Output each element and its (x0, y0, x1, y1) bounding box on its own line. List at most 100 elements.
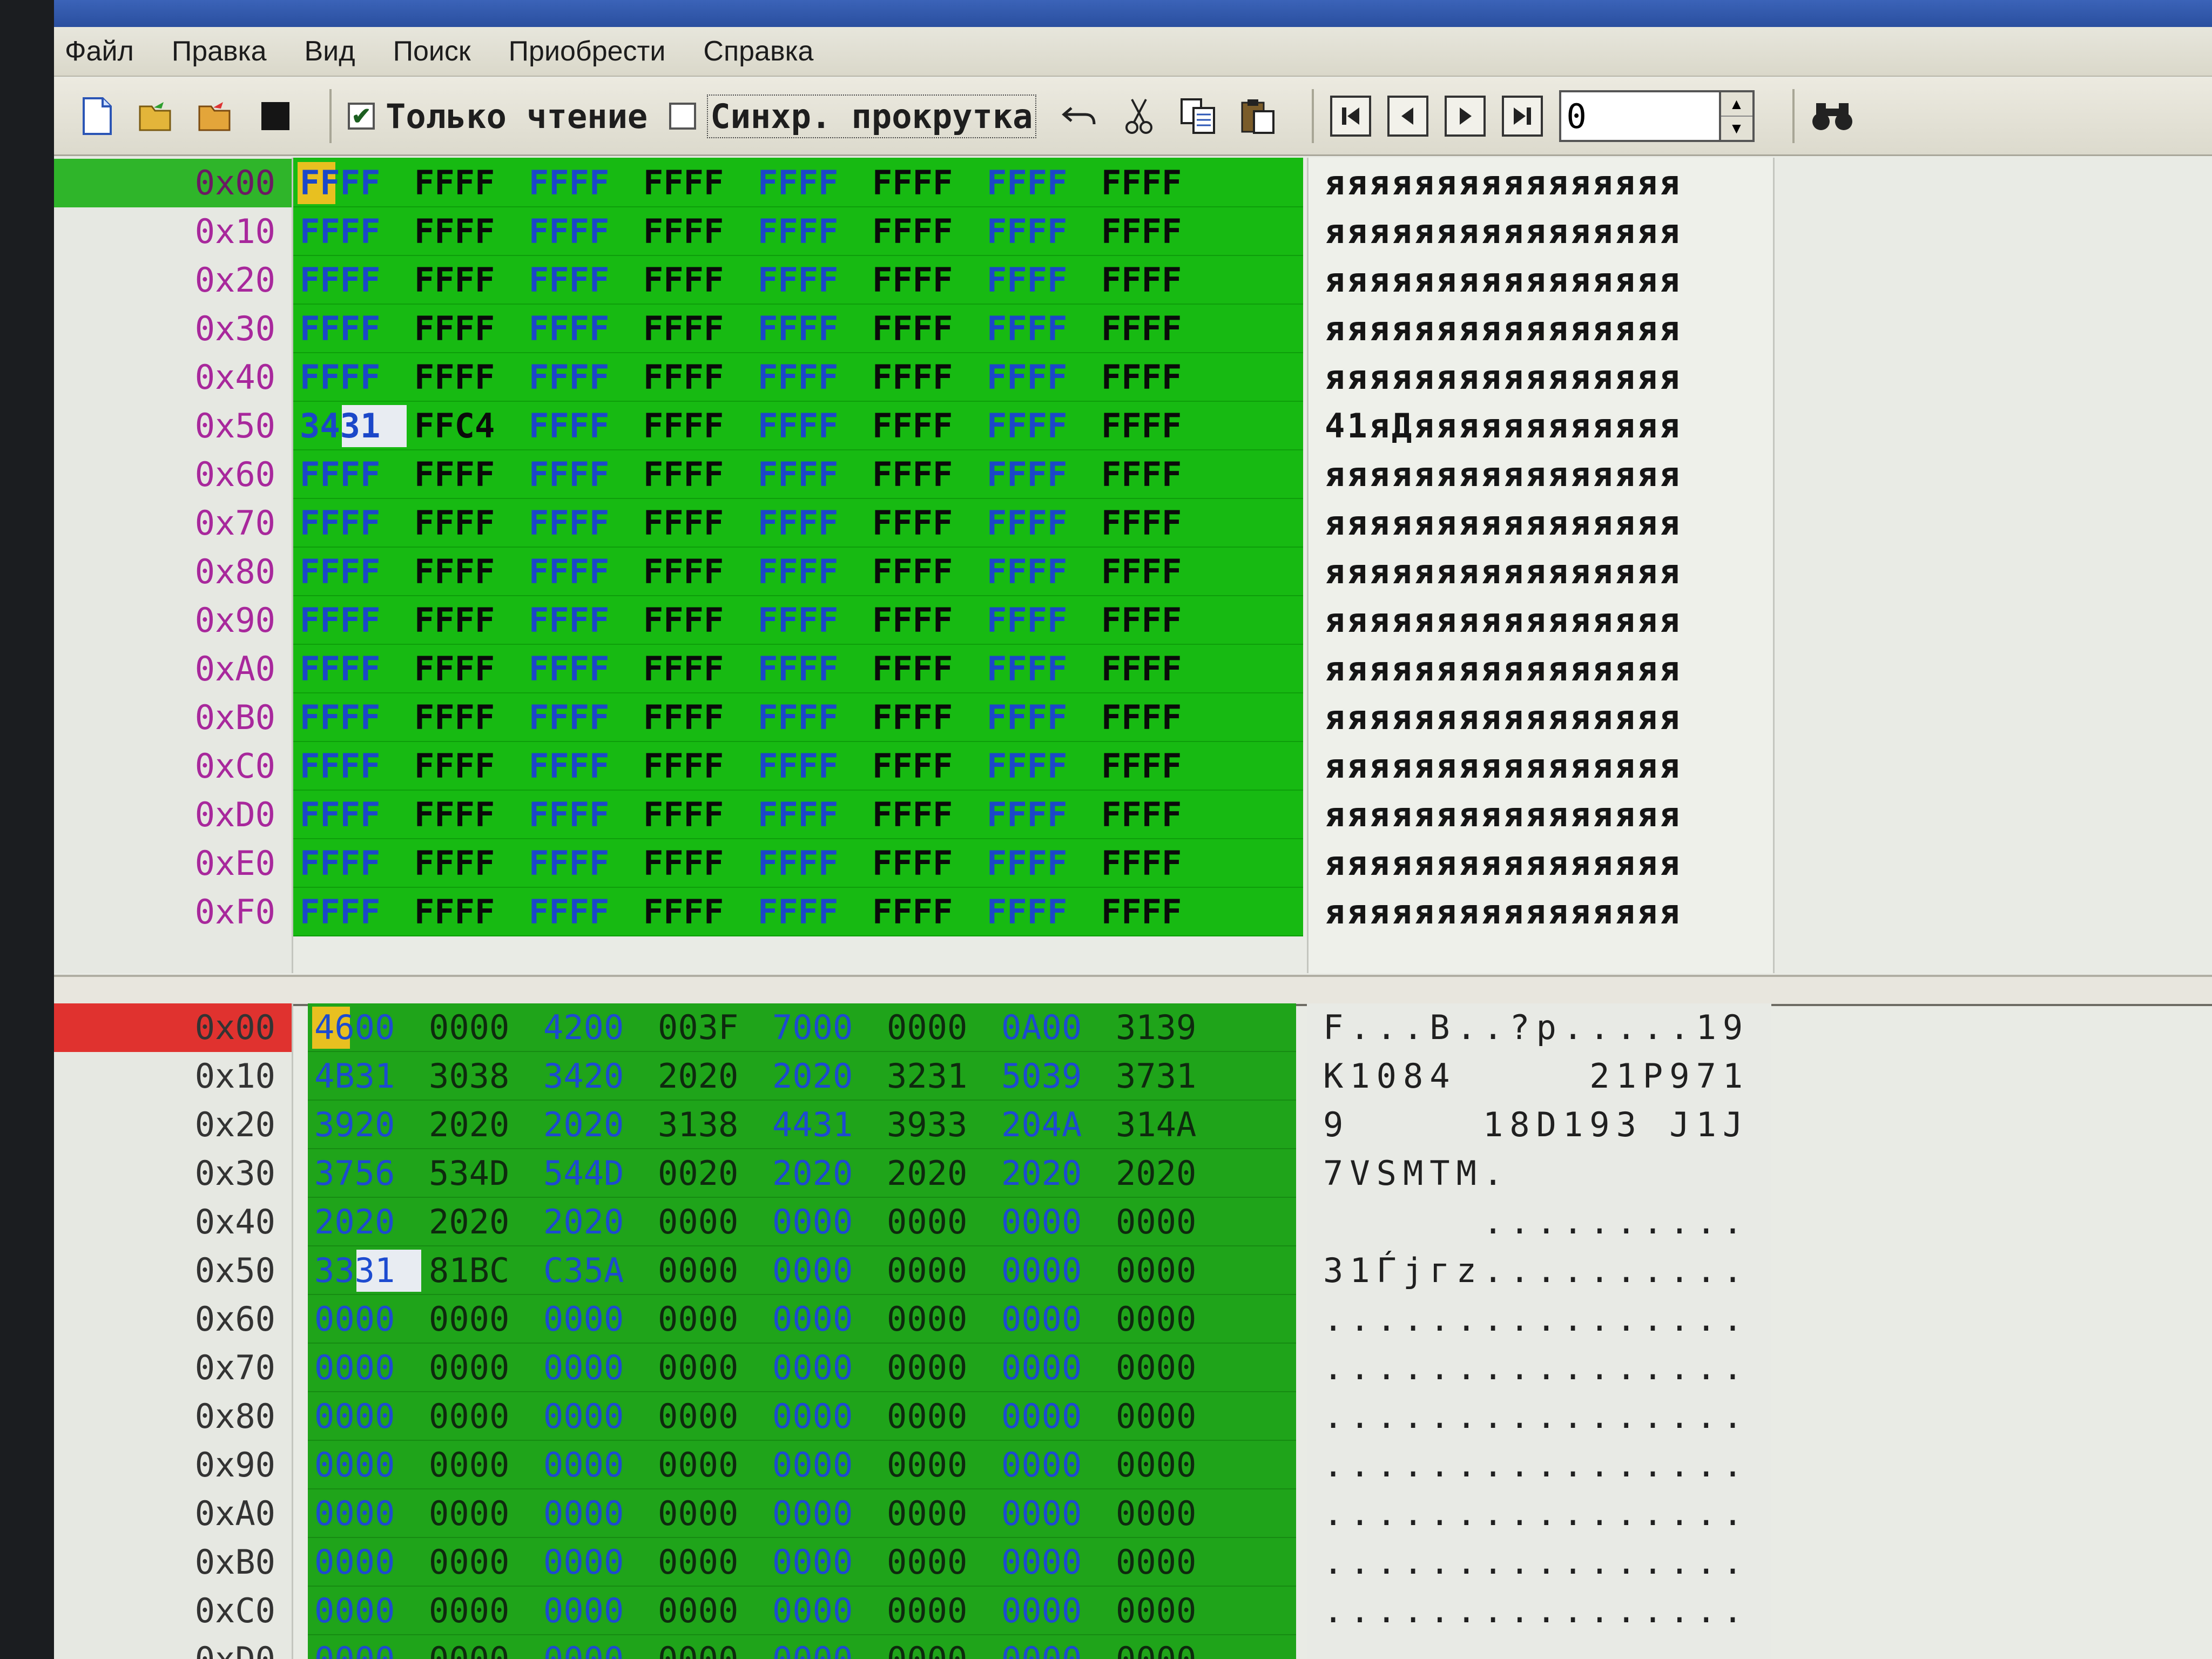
text-cells[interactable]: яяяяяяяяяяяяяяяя (1325, 596, 1682, 645)
hex-word[interactable]: 0000 (995, 1441, 1103, 1489)
hex-word[interactable]: FFFF (866, 256, 974, 305)
hex-word[interactable]: 0000 (651, 1587, 759, 1635)
hex-word[interactable]: 0000 (995, 1635, 1103, 1659)
hex-word[interactable]: FFFF (751, 159, 859, 207)
last-page-button[interactable] (1501, 96, 1543, 137)
offset-label[interactable]: 0xF0 (195, 888, 275, 936)
offset-label[interactable]: 0x60 (195, 1295, 275, 1344)
hex-word[interactable]: FFFF (1095, 548, 1203, 596)
hex-word[interactable]: FFFF (751, 256, 859, 305)
hex-word[interactable]: 3920 (308, 1101, 416, 1149)
hex-word[interactable]: 2020 (422, 1101, 530, 1149)
hex-word[interactable]: 0000 (537, 1441, 645, 1489)
hex-word[interactable]: C35A (537, 1246, 645, 1295)
hex-word[interactable]: 0000 (880, 1392, 988, 1441)
hex-word[interactable]: 0000 (880, 1344, 988, 1392)
hex-word[interactable]: 0000 (422, 1441, 530, 1489)
hex-word[interactable]: 0000 (537, 1392, 645, 1441)
offset-label[interactable]: 0xC0 (195, 1587, 275, 1635)
hex-word[interactable]: FFFF (637, 450, 745, 499)
text-cells[interactable]: ................ (1323, 1344, 1749, 1392)
offset-label[interactable]: 0x80 (195, 548, 275, 596)
hex-word[interactable]: FFFF (751, 791, 859, 839)
hex-word[interactable]: 0000 (766, 1198, 874, 1246)
hex-word[interactable]: FFC4 (408, 402, 516, 450)
hex-word[interactable]: 0000 (766, 1538, 874, 1587)
text-cells[interactable]: ................ (1323, 1538, 1749, 1587)
hex-word[interactable]: FFFF (866, 450, 974, 499)
hex-word[interactable]: FFFF (866, 839, 974, 888)
hex-word[interactable]: 0000 (308, 1587, 416, 1635)
hex-word[interactable]: FFFF (1095, 645, 1203, 693)
hex-word[interactable]: 0000 (995, 1392, 1103, 1441)
hex-word[interactable]: 3231 (880, 1052, 988, 1101)
hex-word[interactable]: 3731 (1109, 1052, 1217, 1101)
hex-word[interactable]: 0000 (308, 1489, 416, 1538)
text-cells[interactable]: яяяяяяяяяяяяяяяя (1325, 645, 1682, 693)
text-cells[interactable]: ................ (1323, 1441, 1749, 1489)
hex-word[interactable]: FFFF (293, 159, 401, 207)
hex-word[interactable]: FFFF (866, 742, 974, 791)
hex-word[interactable]: FFFF (866, 645, 974, 693)
hex-word[interactable]: FFFF (522, 402, 630, 450)
hex-word[interactable]: FFFF (637, 207, 745, 256)
offset-label[interactable]: 0xB0 (195, 693, 275, 742)
hex-word[interactable]: FFFF (408, 596, 516, 645)
offset-label[interactable]: 0x50 (195, 1246, 275, 1295)
copy-button[interactable] (1177, 95, 1220, 138)
hex-word[interactable]: 0000 (537, 1344, 645, 1392)
hex-word[interactable]: FFFF (866, 548, 974, 596)
hex-word[interactable]: FFFF (637, 353, 745, 402)
hex-word[interactable]: 0000 (1109, 1295, 1217, 1344)
hex-word[interactable]: 0000 (422, 1295, 530, 1344)
hex-word[interactable]: FFFF (980, 450, 1088, 499)
hex-word[interactable]: 3138 (651, 1101, 759, 1149)
offset-label[interactable]: 0x70 (195, 499, 275, 548)
text-cells[interactable]: яяяяяяяяяяяяяяяя (1325, 548, 1682, 596)
hex-word[interactable]: FFFF (866, 499, 974, 548)
hex-word[interactable]: 0000 (537, 1587, 645, 1635)
hex-word[interactable]: 0000 (995, 1295, 1103, 1344)
hex-word[interactable]: 2020 (422, 1198, 530, 1246)
text-cells[interactable]: F...B..?p.....19 (1323, 1003, 1749, 1052)
hex-word[interactable]: 544D (537, 1149, 645, 1198)
hex-word[interactable]: FFFF (637, 402, 745, 450)
offset-label[interactable]: 0x30 (195, 305, 275, 353)
next-page-button[interactable] (1444, 96, 1486, 137)
hex-word[interactable]: 3038 (422, 1052, 530, 1101)
hex-word[interactable]: FFFF (751, 596, 859, 645)
stop-button[interactable] (254, 95, 297, 138)
hex-word[interactable]: FFFF (293, 888, 401, 936)
hex-word[interactable]: FFFF (980, 596, 1088, 645)
hex-word[interactable]: 3331 (308, 1246, 416, 1295)
hex-word[interactable]: FFFF (751, 207, 859, 256)
offset-label[interactable]: 0x10 (195, 1052, 275, 1101)
hex-word[interactable]: FFFF (751, 353, 859, 402)
text-cells[interactable]: ................ (1323, 1392, 1749, 1441)
hex-word[interactable]: FFFF (637, 742, 745, 791)
hex-word[interactable]: FFFF (408, 159, 516, 207)
hex-word[interactable]: FFFF (408, 742, 516, 791)
offset-label[interactable]: 0x80 (195, 1392, 275, 1441)
readonly-check-box[interactable]: ✔ (348, 103, 375, 130)
hex-word[interactable]: FFFF (408, 305, 516, 353)
hex-word[interactable]: FFFF (980, 693, 1088, 742)
hex-word[interactable]: FFFF (866, 159, 974, 207)
text-cells[interactable]: 7VSMTM. (1323, 1149, 1749, 1198)
hex-word[interactable]: 0000 (537, 1489, 645, 1538)
hex-word[interactable]: FFFF (637, 499, 745, 548)
hex-word[interactable]: FFFF (408, 548, 516, 596)
spin-down-icon[interactable]: ▼ (1721, 117, 1752, 140)
hex-word[interactable]: 0000 (766, 1441, 874, 1489)
hex-word[interactable]: 0020 (651, 1149, 759, 1198)
hex-word[interactable]: FFFF (293, 645, 401, 693)
hex-word[interactable]: 0000 (995, 1587, 1103, 1635)
hex-word[interactable]: FFFF (866, 402, 974, 450)
hex-word[interactable]: FFFF (293, 207, 401, 256)
hex-word[interactable]: 3756 (308, 1149, 416, 1198)
hex-word[interactable]: 0000 (766, 1392, 874, 1441)
hex-word[interactable]: 0000 (308, 1392, 416, 1441)
hex-word[interactable]: FFFF (637, 256, 745, 305)
hex-word[interactable]: FFFF (293, 693, 401, 742)
hex-word[interactable]: FFFF (866, 791, 974, 839)
